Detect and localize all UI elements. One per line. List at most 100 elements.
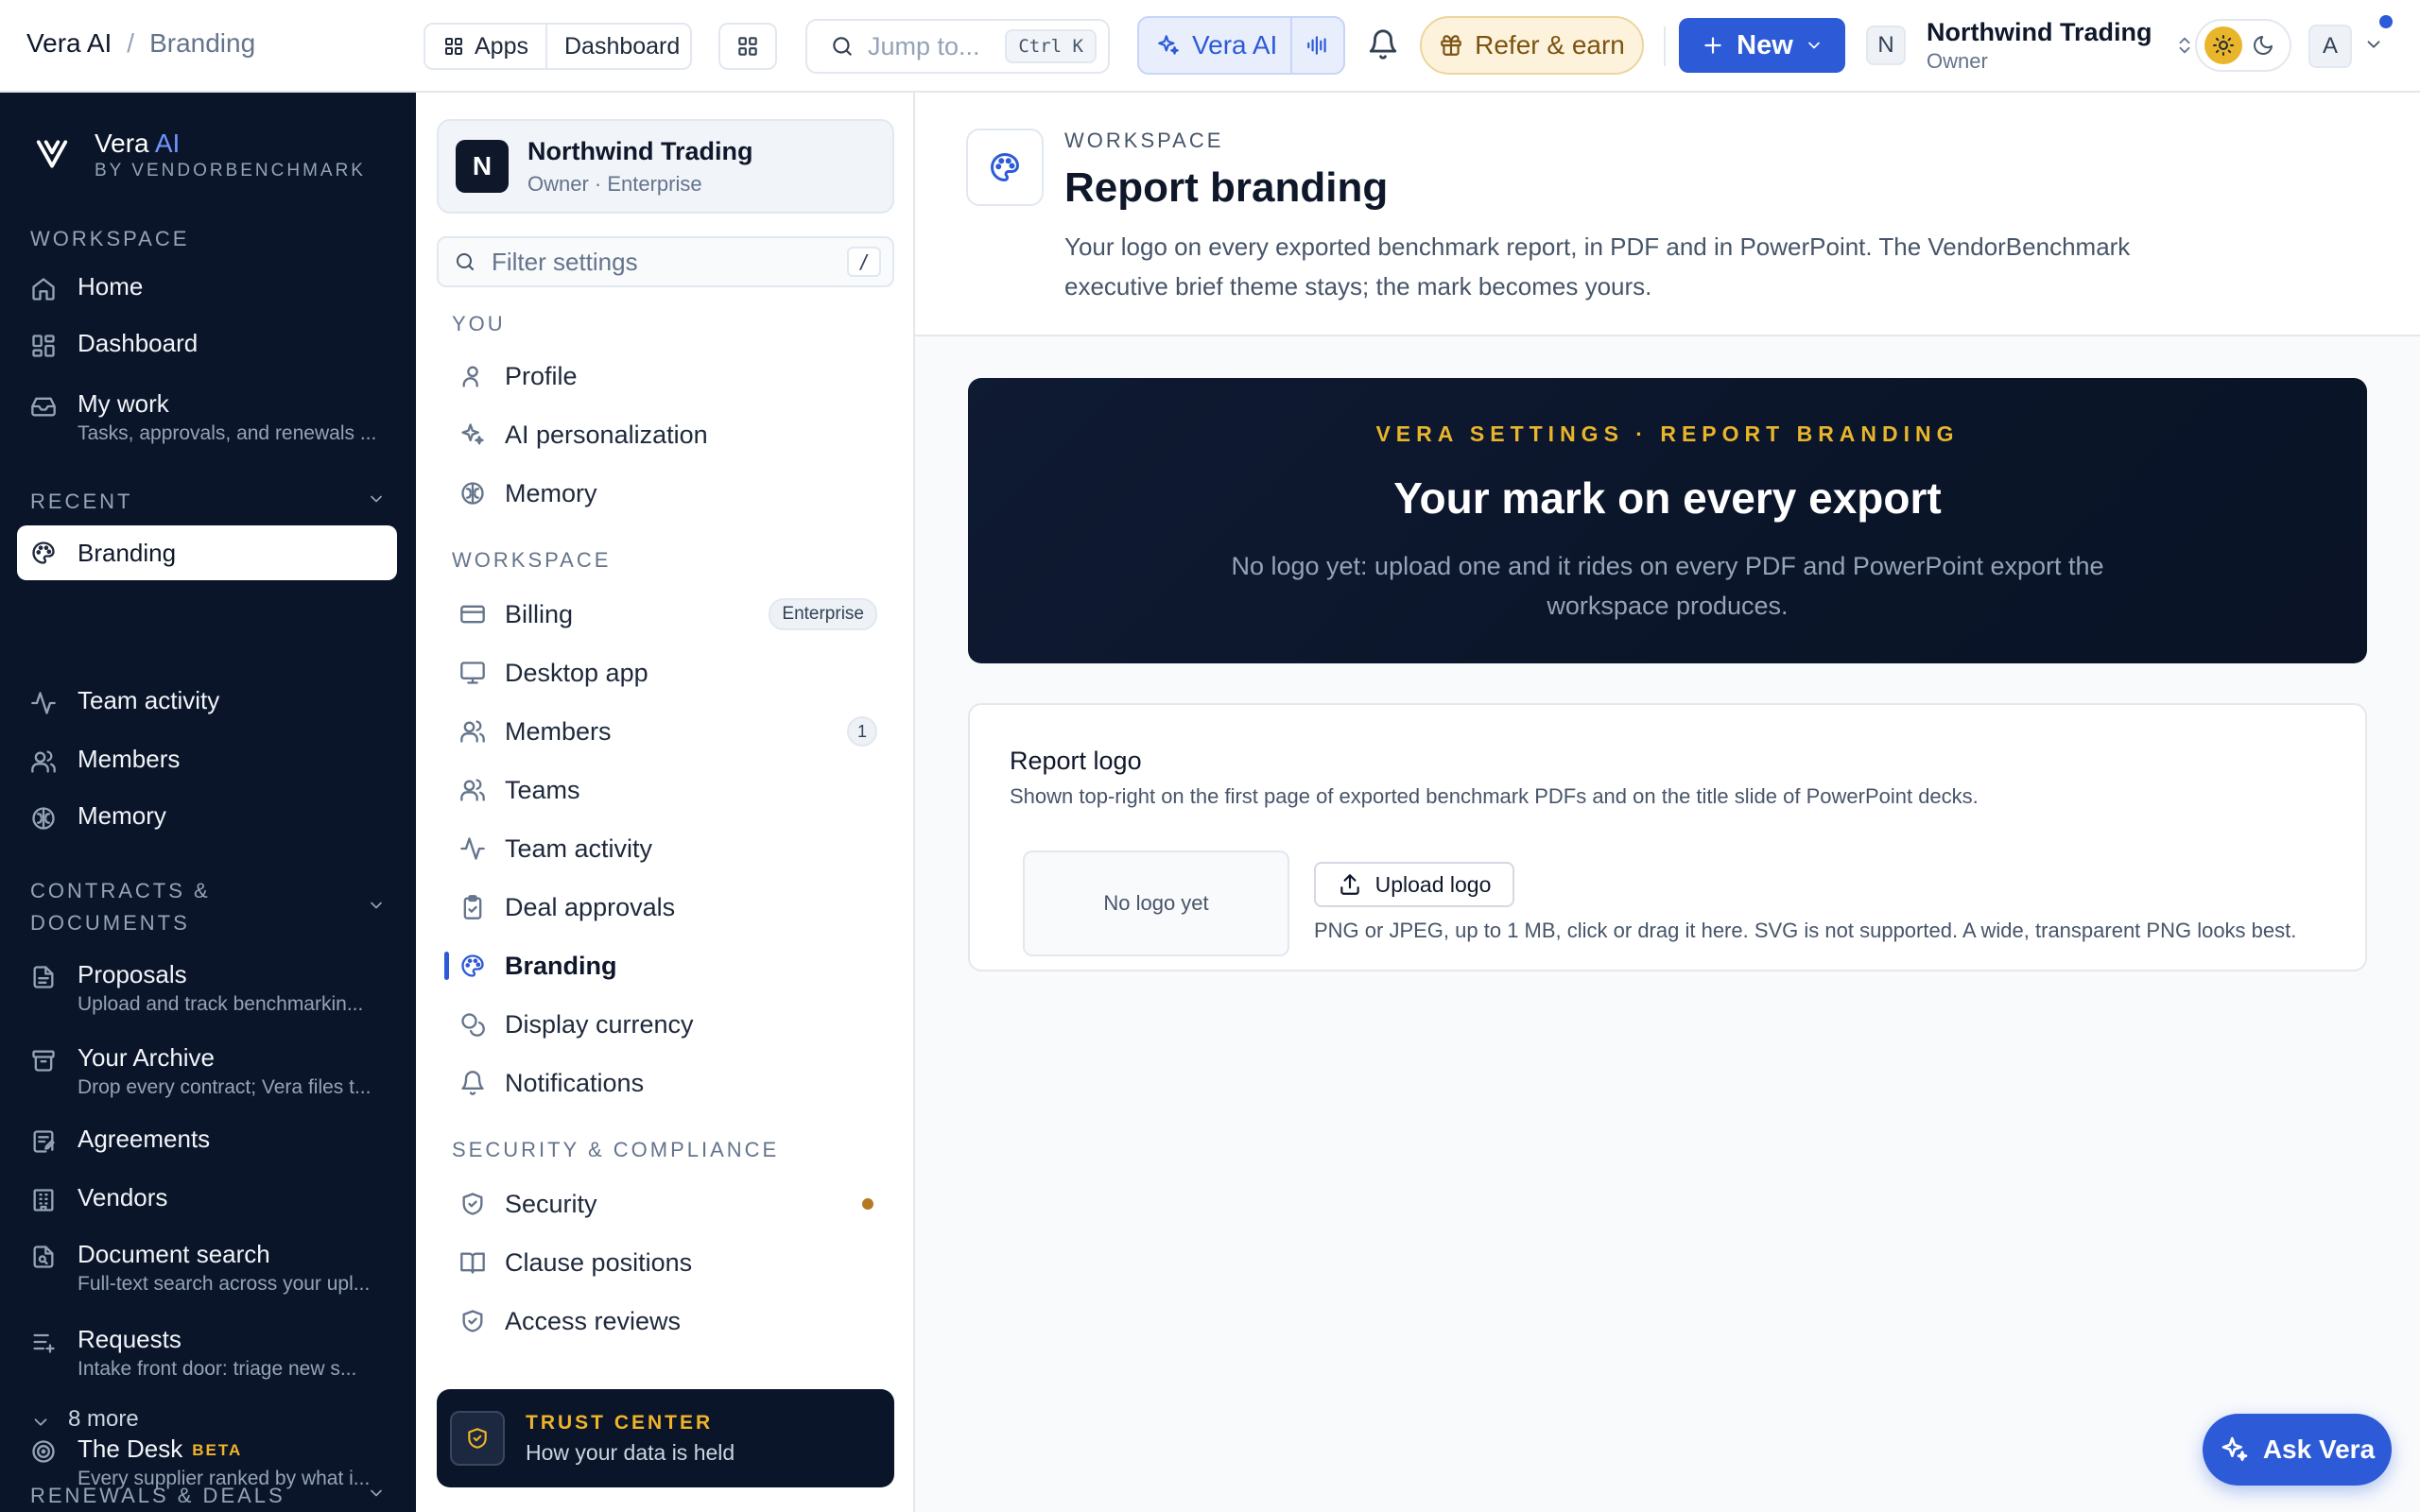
settings-item-team-activity[interactable]: Team activity (459, 828, 894, 869)
settings-item-access-reviews[interactable]: Access reviews (459, 1300, 894, 1342)
brand[interactable]: Vera AI BY VENDORBENCHMARK (34, 129, 366, 181)
sidebar-more-toggle[interactable]: 8 more (17, 1406, 397, 1433)
sidebar-item-document-search[interactable]: Document search Full-text search across … (17, 1240, 397, 1296)
waveform-icon (1307, 36, 1326, 55)
brand-name-ai: AI (154, 129, 181, 158)
user-avatar[interactable]: A (2308, 25, 2352, 68)
upload-icon (1340, 874, 1359, 895)
user-avatar-initial: A (2308, 25, 2352, 68)
recent-section-header[interactable]: RECENT (30, 490, 386, 514)
jump-to-search[interactable]: Jump to... Ctrl K (805, 19, 1110, 74)
dashboard-button[interactable]: Dashboard (544, 25, 690, 68)
settings-item-billing[interactable]: Billing Enterprise (459, 593, 894, 635)
attention-dot (862, 1198, 873, 1210)
sidebar-item-label: The Desk BETA (78, 1435, 389, 1464)
moon-icon[interactable] (2244, 26, 2282, 64)
settings-item-ai-personalization[interactable]: AI personalization (459, 414, 894, 455)
voice-button[interactable] (1290, 18, 1343, 73)
brand-text: Vera AI BY VENDORBENCHMARK (95, 129, 366, 181)
user-icon (462, 366, 478, 387)
settings-item-branding[interactable]: Branding (459, 945, 894, 987)
settings-item-label: Profile (505, 361, 578, 390)
settings-item-notifications[interactable]: Notifications (459, 1062, 894, 1104)
sidebar-item-sub: Drop every contract; Vera files t... (78, 1076, 372, 1098)
org-switcher[interactable]: N Northwind Trading Owner (1866, 17, 2195, 74)
sidebar-item-vendors[interactable]: Vendors (17, 1183, 397, 1213)
theme-toggle[interactable] (2195, 19, 2291, 72)
page-header: WORKSPACE Report branding Your logo on e… (915, 93, 2420, 336)
members-count-badge: 1 (847, 716, 877, 747)
settings-org-card[interactable]: N Northwind Trading Owner · Enterprise (437, 119, 894, 214)
new-button[interactable]: New (1679, 18, 1845, 73)
shield-check-icon (462, 1193, 483, 1215)
clipboard-check-icon (463, 895, 482, 919)
settings-item-label: Teams (505, 775, 580, 804)
sidebar-item-team-activity[interactable]: Team activity (17, 686, 397, 716)
settings-item-clause-positions[interactable]: Clause positions (459, 1242, 894, 1283)
sidebar-item-label: Dashboard (78, 329, 199, 357)
breadcrumb-app[interactable]: Vera AI (26, 28, 112, 59)
settings-item-profile[interactable]: Profile (459, 355, 894, 397)
more-label: 8 more (68, 1406, 139, 1432)
bell-icon (461, 1071, 484, 1095)
monitor-icon (460, 662, 485, 684)
sun-icon[interactable] (2204, 26, 2242, 64)
archive-icon (32, 1050, 55, 1072)
plus-icon (1704, 37, 1721, 54)
contracts-section-header[interactable]: CONTRACTS & DOCUMENTS (30, 875, 386, 939)
sidebar-item-the-desk[interactable]: The Desk BETA Every supplier ranked by wh… (17, 1435, 397, 1490)
app-launcher-button[interactable] (718, 23, 777, 70)
vera-ai-pill: Vera AI (1137, 16, 1345, 75)
ask-vera-button[interactable]: Ask Vera (2203, 1414, 2392, 1486)
settings-item-label: Clause positions (505, 1247, 693, 1277)
notifications-button[interactable] (1367, 28, 1399, 60)
settings-item-security[interactable]: Security (459, 1183, 894, 1225)
sidebar-item-sub: Tasks, approvals, and renewals ... (78, 422, 377, 444)
settings-item-label: Access reviews (505, 1306, 682, 1335)
upload-label: Upload logo (1374, 871, 1492, 897)
user-menu-chevron-icon[interactable] (2363, 34, 2384, 55)
shield-icon (450, 1411, 505, 1466)
sidebar-item-requests[interactable]: Requests Intake front door: triage new s… (17, 1325, 397, 1381)
sidebar-item-my-work[interactable]: My work Tasks, approvals, and renewals .… (17, 389, 397, 445)
app-grid-icon (738, 37, 757, 56)
settings-nav: N Northwind Trading Owner · Enterprise F… (416, 93, 915, 1512)
settings-item-teams[interactable]: Teams (459, 769, 894, 811)
notification-dot (2379, 15, 2393, 28)
sidebar-item-home[interactable]: Home (17, 272, 397, 302)
dashboard-label: Dashboard (563, 32, 681, 60)
apps-button[interactable]: Apps (425, 25, 545, 68)
upload-logo-button[interactable]: Upload logo (1314, 862, 1514, 907)
you-section-header: YOU (452, 312, 506, 335)
settings-item-memory[interactable]: Memory (459, 472, 894, 514)
sidebar-item-your-archive[interactable]: Your Archive Drop every contract; Vera f… (17, 1043, 397, 1099)
settings-item-members[interactable]: Members 1 (459, 711, 894, 752)
vera-ai-button[interactable]: Vera AI (1139, 30, 1290, 60)
sidebar-item-text: My work Tasks, approvals, and renewals .… (57, 389, 389, 445)
sidebar-item-proposals[interactable]: Proposals Upload and track benchmarkin..… (17, 960, 397, 1016)
settings-item-display-currency[interactable]: Display currency (459, 1004, 894, 1045)
page-eyebrow: WORKSPACE (1064, 129, 1224, 152)
sidebar-item-label: Agreements (78, 1125, 211, 1153)
sidebar-item-agreements[interactable]: Agreements (17, 1125, 397, 1155)
sidebar-item-label: Members (78, 745, 181, 773)
sidebar-item-memory[interactable]: Memory (17, 801, 397, 832)
sidebar-item-members[interactable]: Members (17, 745, 397, 775)
org-card-name: Northwind Trading (527, 136, 753, 165)
palette-icon (32, 541, 55, 564)
brain-icon (461, 482, 484, 505)
security-section-header: SECURITY & COMPLIANCE (452, 1138, 780, 1161)
refer-earn-button[interactable]: Refer & earn (1420, 16, 1644, 75)
trust-center-card[interactable]: TRUST CENTER How your data is held (437, 1389, 894, 1487)
settings-item-label: Memory (505, 478, 597, 507)
sidebar-item-branding[interactable]: Branding (17, 525, 397, 580)
sidebar-item-dashboard[interactable]: Dashboard (17, 329, 397, 359)
settings-item-label: Notifications (505, 1068, 645, 1097)
settings-item-desktop-app[interactable]: Desktop app (459, 652, 894, 694)
search-shortcut: Ctrl K (1005, 29, 1097, 63)
settings-item-label: Desktop app (505, 658, 648, 687)
filter-settings-input[interactable]: Filter settings / (437, 236, 894, 287)
settings-item-deal-approvals[interactable]: Deal approvals (459, 886, 894, 928)
page-title: Report branding (1064, 164, 1389, 211)
logo-dropzone[interactable]: No logo yet (1023, 850, 1289, 956)
